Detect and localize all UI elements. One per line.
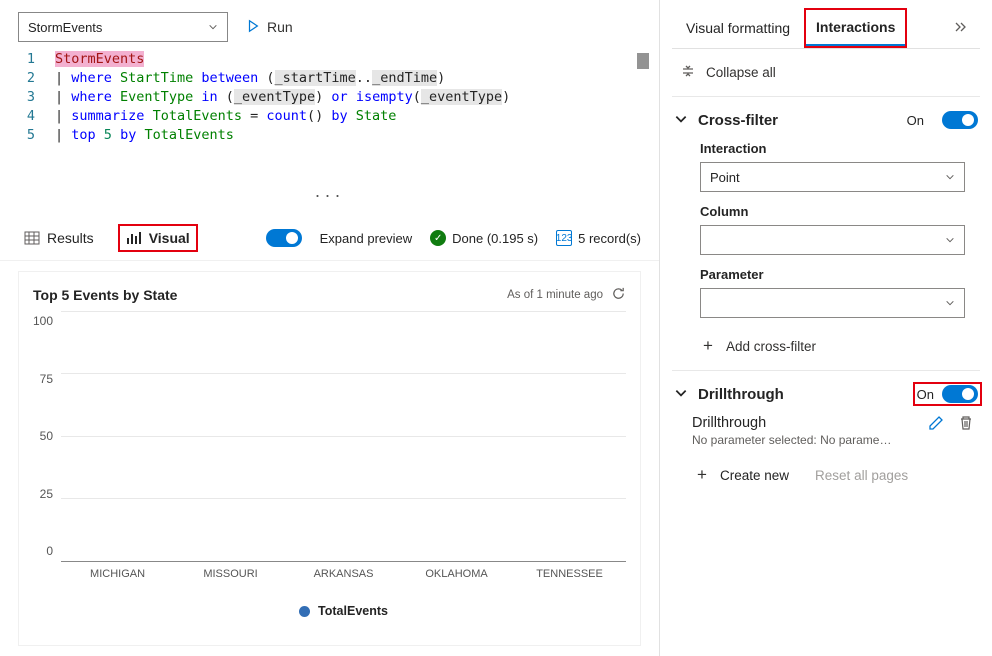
chart-icon (126, 230, 142, 246)
plus-icon: + (694, 465, 710, 485)
chevron-down-icon[interactable] (674, 386, 688, 403)
tab-label: Results (47, 230, 94, 246)
action-label: Create new (720, 468, 789, 483)
status-text: Done (0.195 s) (452, 231, 538, 246)
check-icon: ✓ (430, 230, 446, 246)
line-number: 4 (10, 107, 55, 126)
chart-asof: As of 1 minute ago (507, 286, 626, 304)
collapse-label: Collapse all (706, 65, 776, 80)
editor-scrollbar[interactable] (637, 53, 649, 69)
chevron-down-icon (945, 235, 955, 245)
edit-icon[interactable] (928, 415, 950, 434)
records-icon: 123 (556, 230, 572, 246)
toggle-label: On (907, 113, 924, 128)
scope-dropdown[interactable]: StormEvents (18, 12, 228, 42)
query-toolbar: StormEvents Run (0, 0, 659, 50)
collapse-icon (680, 63, 696, 82)
x-axis-label: TENNESSEE (513, 568, 626, 580)
refresh-icon[interactable] (611, 286, 626, 304)
x-axis-label: MICHIGAN (61, 568, 174, 580)
collapse-all-button[interactable]: Collapse all (672, 49, 980, 96)
drillthrough-item: Drillthrough No parameter selected: No p… (692, 415, 980, 447)
tab-label: Visual (149, 230, 190, 246)
field-label: Column (700, 204, 980, 219)
x-axis-label: ARKANSAS (287, 568, 400, 580)
tab-results[interactable]: Results (18, 226, 100, 250)
item-title: Drillthrough (692, 415, 920, 431)
highlight-box: Visual (118, 224, 198, 252)
chart-title: Top 5 Events by State (33, 287, 177, 303)
right-panel-tabs: Visual formatting Interactions (672, 0, 980, 49)
record-count: 123 5 record(s) (556, 230, 641, 246)
reset-pages-button[interactable]: Reset all pages (815, 468, 908, 483)
item-subtitle: No parameter selected: No parameter... (692, 433, 892, 447)
section-title: Cross-filter (698, 112, 897, 129)
legend-label: TotalEvents (318, 604, 388, 618)
query-status: ✓ Done (0.195 s) (430, 230, 538, 246)
section-title: Drillthrough (698, 386, 907, 403)
code-text: StormEvents (55, 50, 144, 69)
plot (61, 312, 626, 562)
delete-icon[interactable] (958, 415, 980, 434)
code-editor[interactable]: 1StormEvents 2| where StartTime between … (0, 50, 659, 216)
add-cross-filter-button[interactable]: + Add cross-filter (700, 336, 980, 356)
section-cross-filter: Cross-filter On Interaction Point Column… (672, 96, 980, 370)
cross-filter-toggle[interactable] (942, 111, 978, 129)
tab-interactions[interactable]: Interactions (806, 10, 905, 46)
create-new-button[interactable]: + Create new (694, 465, 789, 485)
code-text: | where EventType in (_eventType) or ise… (55, 88, 510, 107)
chart-card: Top 5 Events by State As of 1 minute ago… (18, 271, 641, 646)
code-text: | summarize TotalEvents = count() by Sta… (55, 107, 396, 126)
right-panel: Visual formatting Interactions Collapse … (660, 0, 992, 656)
section-drillthrough: Drillthrough On Drillthrough No paramete… (672, 370, 980, 499)
toggle-label: On (917, 387, 934, 402)
x-axis-label: MISSOURI (174, 568, 287, 580)
code-text: | where StartTime between (_startTime.._… (55, 69, 445, 88)
results-header: Results Visual Expand preview ✓ Done (0.… (0, 216, 659, 261)
highlight-box: Interactions (804, 8, 907, 48)
legend-swatch (299, 606, 310, 617)
run-button[interactable]: Run (246, 19, 293, 36)
expand-toggle[interactable] (266, 229, 302, 247)
line-number: 3 (10, 88, 55, 107)
x-axis-label: OKLAHOMA (400, 568, 513, 580)
run-label: Run (267, 19, 293, 35)
drillthrough-toggle[interactable] (942, 385, 978, 403)
line-number: 5 (10, 126, 55, 145)
highlight-box: On (913, 382, 982, 406)
tab-visual[interactable]: Visual (120, 226, 196, 250)
chart-plot-area: 100 75 50 25 0 MICHIGANMISSOURIARKANSASO… (33, 312, 626, 637)
line-number: 1 (10, 50, 55, 69)
records-text: 5 record(s) (578, 231, 641, 246)
expand-label: Expand preview (320, 231, 413, 246)
field-label: Parameter (700, 267, 980, 282)
field-label: Interaction (700, 141, 980, 156)
line-number: 2 (10, 69, 55, 88)
y-axis: 100 75 50 25 0 (33, 314, 61, 558)
chart-legend: TotalEvents (61, 604, 626, 618)
more-icon[interactable] (944, 11, 976, 46)
scope-value: StormEvents (28, 20, 102, 35)
play-icon (246, 19, 260, 36)
column-dropdown[interactable] (700, 225, 965, 255)
chevron-down-icon[interactable] (674, 112, 688, 129)
chevron-down-icon (945, 298, 955, 308)
action-label: Add cross-filter (726, 339, 816, 354)
select-value: Point (710, 170, 740, 185)
code-text: | top 5 by TotalEvents (55, 126, 234, 145)
interaction-dropdown[interactable]: Point (700, 162, 965, 192)
parameter-dropdown[interactable] (700, 288, 965, 318)
left-panel: StormEvents Run 1StormEvents 2| where St… (0, 0, 660, 656)
chevron-down-icon (945, 172, 955, 182)
resize-handle-icon[interactable]: ··· (10, 185, 649, 206)
tab-visual-formatting[interactable]: Visual formatting (676, 11, 800, 45)
table-icon (24, 230, 40, 246)
chevron-down-icon (208, 22, 218, 32)
plus-icon: + (700, 336, 716, 356)
